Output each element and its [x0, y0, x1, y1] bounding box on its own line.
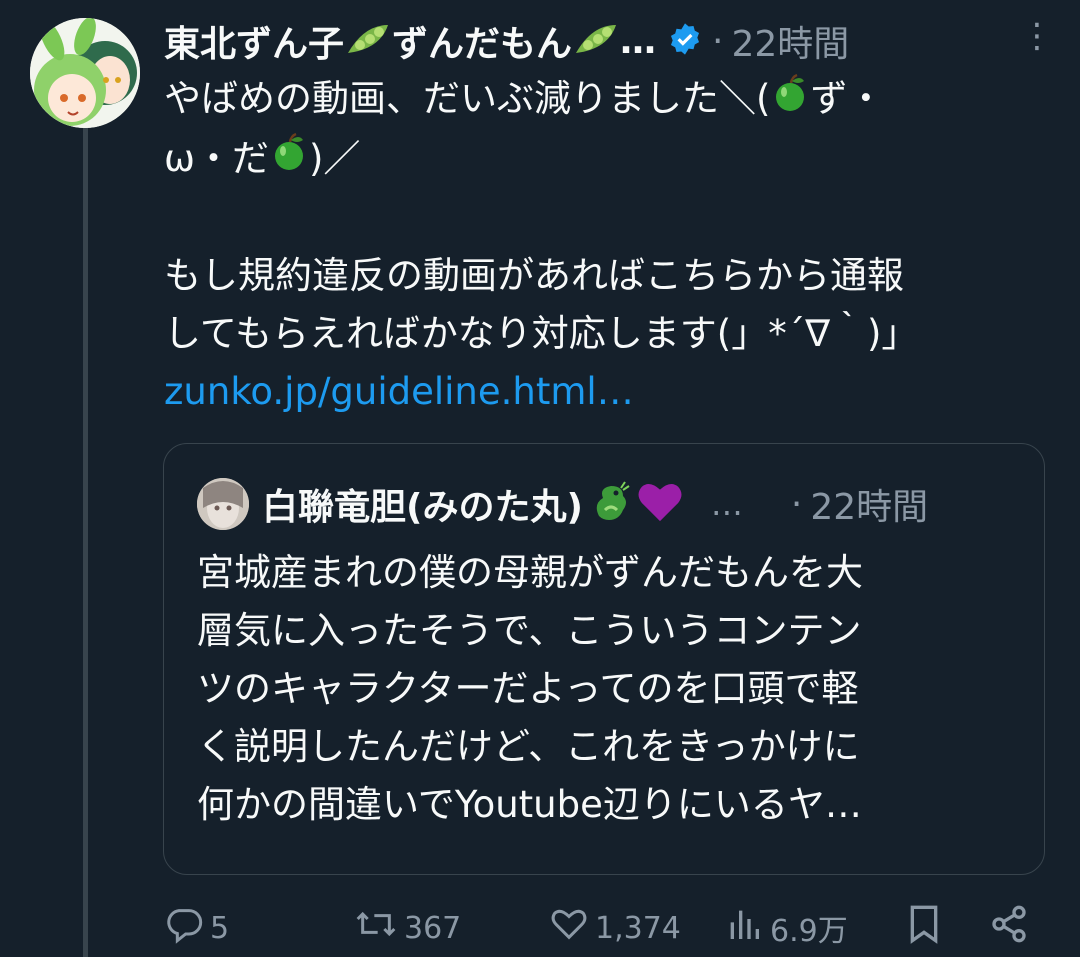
retweet-count: 367 — [404, 910, 462, 946]
views-count: 6.9万 — [770, 914, 848, 949]
like-icon — [549, 904, 595, 952]
avatar[interactable] — [30, 18, 140, 128]
tweet-text-line: してもらえればかなり対応します(」*´∇｀)」 — [164, 312, 919, 355]
reply-count: 5 — [210, 910, 230, 946]
pea-pod-icon — [572, 19, 620, 63]
separator-dot: · — [712, 20, 724, 62]
tweet-text-line: もし規約違反の動画があればこちらから通報 — [164, 254, 904, 297]
retweet-icon — [354, 904, 404, 952]
quote-avatar[interactable] — [197, 478, 249, 530]
quote-text: 宮城産まれの僕の母親がずんだもんを大 層気に入ったそうで、こういうコンテン ツの… — [197, 544, 1032, 834]
quoted-tweet[interactable]: 白聯竜胆(みのた丸) … · 22時間 宮城産まれの僕の母親がずんだもんを大 層… — [163, 443, 1045, 875]
tweet-text-line: )／ — [308, 136, 361, 180]
more-icon[interactable]: ⋮ — [1020, 18, 1054, 54]
verified-badge-icon — [668, 22, 702, 60]
quote-text-line: 何かの間違いでYoutube辺りにいるヤ… — [197, 783, 862, 826]
quote-header: 白聯竜胆(みのた丸) … · 22時間 — [262, 474, 1022, 534]
quote-text-line: 宮城産まれの僕の母親がずんだもんを大 — [197, 551, 863, 594]
views-icon — [724, 904, 770, 952]
like-button[interactable]: 1,374 — [549, 904, 724, 952]
views-button[interactable]: 6.9万 — [724, 904, 904, 952]
share-button[interactable] — [989, 904, 1039, 952]
tweet-header: 東北ずん子 ずんだもん … · 22時間 ⋮ — [164, 14, 1054, 68]
tweet-text: やばめの動画、だいぶ減りました＼( ず・ ω・だ )／ もし規約違反の動画があればこ… — [164, 70, 1059, 421]
quote-name-ellipsis: … — [710, 485, 743, 523]
green-apple-icon — [269, 131, 309, 189]
retweet-button[interactable]: 367 — [354, 904, 549, 952]
separator-dot: · — [790, 483, 803, 525]
name-ellipsis: … — [620, 20, 657, 62]
display-name[interactable]: 東北ずん子 — [164, 15, 344, 67]
quote-text-line: 層気に入ったそうで、こういうコンテン — [197, 609, 862, 652]
tweet-text-line: ず・ — [810, 77, 885, 120]
bookmark-icon — [904, 902, 950, 954]
quote-text-line: く説明したんだけど、これをきっかけに — [197, 725, 860, 768]
guideline-link[interactable]: zunko.jp/guideline.html… — [164, 370, 634, 413]
timestamp[interactable]: 22時間 — [731, 15, 849, 67]
reply-icon — [164, 904, 210, 952]
tweet-text-line: ω・だ — [164, 136, 269, 180]
quote-timestamp[interactable]: 22時間 — [810, 478, 928, 530]
green-apple-icon — [770, 72, 810, 130]
bookmark-button[interactable] — [904, 902, 989, 954]
quote-display-name[interactable]: 白聯竜胆(みのた丸) — [262, 478, 583, 530]
purple-heart-icon — [637, 481, 683, 527]
action-bar: 5 367 1,374 6.9万 — [164, 900, 1044, 956]
quote-text-line: ツのキャラクターだよってのを口頭で軽 — [197, 667, 859, 710]
pea-pod-icon — [344, 19, 392, 63]
dragon-icon — [589, 480, 633, 528]
share-icon — [989, 904, 1035, 952]
display-name-2[interactable]: ずんだもん — [392, 15, 572, 67]
tweet-text-line: やばめの動画、だいぶ減りました＼( — [164, 77, 771, 120]
reply-button[interactable]: 5 — [164, 904, 354, 952]
like-count: 1,374 — [595, 910, 681, 946]
thread-line — [83, 128, 88, 957]
